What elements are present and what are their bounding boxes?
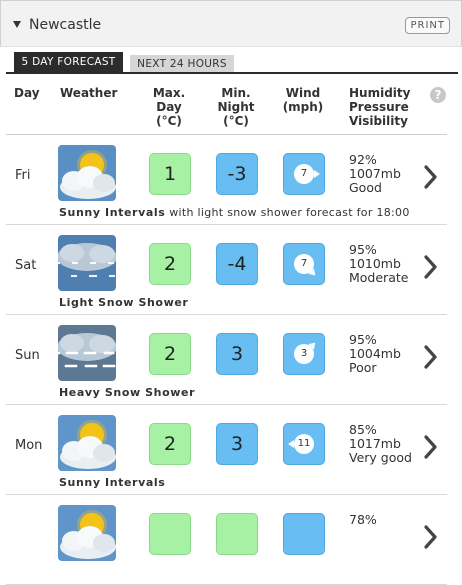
pressure: 1004mb bbox=[349, 346, 401, 361]
col-header-min-line2: Night bbox=[217, 100, 255, 114]
humidity: 85% bbox=[349, 422, 377, 437]
col-header-max-line2: Day bbox=[156, 100, 182, 114]
weather-summary: Sunny Intervals bbox=[59, 476, 166, 489]
col-header-max-line1: Max. bbox=[152, 86, 186, 100]
tab-underline bbox=[6, 72, 458, 74]
weather-description: Sunny Intervals bbox=[59, 476, 165, 489]
forecast-row[interactable]: Sat 2 -4 7 95% 1010mb Moderate Light Sno… bbox=[0, 225, 462, 315]
max-temp: 2 bbox=[149, 333, 191, 375]
weather-summary: Heavy Snow Shower bbox=[59, 386, 196, 399]
collapse-triangle-icon[interactable] bbox=[13, 21, 21, 28]
pressure: 1010mb bbox=[349, 256, 401, 271]
max-temp: 2 bbox=[149, 243, 191, 285]
wind-speed bbox=[284, 514, 324, 554]
day-label: Sun bbox=[15, 348, 40, 363]
max-temp: 1 bbox=[149, 153, 191, 195]
col-header-hum-line3: Visibility bbox=[349, 114, 408, 128]
wind-direction-icon: 7 bbox=[283, 243, 325, 285]
wind-direction-icon bbox=[283, 513, 325, 555]
day-label: Sat bbox=[15, 258, 37, 273]
col-header-wind-line2: (mph) bbox=[282, 100, 324, 114]
visibility: Poor bbox=[349, 360, 377, 375]
min-temp: 3 bbox=[216, 423, 258, 465]
day-label: Mon bbox=[15, 438, 43, 453]
chevron-right-icon[interactable] bbox=[422, 524, 438, 550]
col-header-min: Min. Night (°C) bbox=[212, 86, 260, 128]
humidity: 78% bbox=[349, 512, 377, 527]
weather-description: Heavy Snow Shower bbox=[59, 386, 195, 399]
col-header-wind-line1: Wind bbox=[285, 86, 321, 100]
forecast-row[interactable]: Mon 2 3 11 85% 1017mb Very good Sunny In… bbox=[0, 405, 462, 495]
heavy-snow-shower-icon bbox=[58, 325, 116, 381]
col-header-weather: Weather bbox=[60, 86, 118, 100]
weather-description: Light Snow Shower bbox=[59, 296, 188, 309]
max-temp bbox=[149, 513, 191, 555]
weather-detail: with light snow shower forecast for 18:0… bbox=[165, 206, 410, 219]
col-header-humidity: Humidity Pressure Visibility bbox=[349, 86, 410, 128]
wind-speed: 7 bbox=[300, 168, 308, 179]
col-header-min-line3: (°C) bbox=[223, 114, 249, 128]
col-header-max: Max. Day (°C) bbox=[146, 86, 192, 128]
pressure: 1007mb bbox=[349, 166, 401, 181]
sunny-intervals-icon bbox=[58, 415, 116, 471]
min-temp: -4 bbox=[216, 243, 258, 285]
day-label: Fri bbox=[15, 168, 31, 183]
forecast-row[interactable]: Fri 1 -3 7 92% 1007mb Good Sunny Interva… bbox=[0, 135, 462, 225]
visibility: Good bbox=[349, 180, 382, 195]
wind-speed: 11 bbox=[297, 438, 311, 449]
col-header-wind: Wind (mph) bbox=[280, 86, 326, 114]
sunny-intervals-icon bbox=[58, 505, 116, 561]
forecast-row[interactable]: 78% bbox=[0, 495, 462, 585]
col-header-day: Day bbox=[14, 86, 40, 100]
forecast-row[interactable]: Sun 2 3 3 95% 1004mb Poor Heavy Snow Sho… bbox=[0, 315, 462, 405]
chevron-right-icon[interactable] bbox=[422, 164, 438, 190]
wind-direction-icon: 7 bbox=[283, 153, 325, 195]
conditions: 85% 1017mb Very good bbox=[349, 423, 412, 465]
wind-speed: 7 bbox=[300, 258, 308, 269]
conditions: 78% bbox=[349, 513, 377, 527]
col-header-min-line1: Min. bbox=[221, 86, 251, 100]
humidity: 92% bbox=[349, 152, 377, 167]
conditions: 92% 1007mb Good bbox=[349, 153, 401, 195]
location-header[interactable]: Newcastle PRINT bbox=[0, 0, 462, 47]
pressure: 1017mb bbox=[349, 436, 401, 451]
weather-summary: Sunny Intervals bbox=[59, 206, 166, 219]
chevron-right-icon[interactable] bbox=[422, 434, 438, 460]
humidity: 95% bbox=[349, 242, 377, 257]
conditions: 95% 1004mb Poor bbox=[349, 333, 401, 375]
print-button[interactable]: PRINT bbox=[405, 17, 450, 34]
wind-direction-icon: 3 bbox=[283, 333, 325, 375]
tab-5-day-forecast[interactable]: 5 DAY FORECAST bbox=[14, 52, 123, 73]
visibility: Very good bbox=[349, 450, 412, 465]
col-header-hum-line1: Humidity bbox=[349, 86, 411, 100]
help-icon[interactable]: ? bbox=[430, 87, 446, 103]
conditions: 95% 1010mb Moderate bbox=[349, 243, 408, 285]
light-snow-shower-icon bbox=[58, 235, 116, 291]
max-temp: 2 bbox=[149, 423, 191, 465]
humidity: 95% bbox=[349, 332, 377, 347]
weather-summary: Light Snow Shower bbox=[59, 296, 189, 309]
wind-speed: 3 bbox=[300, 348, 308, 359]
chevron-right-icon[interactable] bbox=[422, 254, 438, 280]
min-temp: -3 bbox=[216, 153, 258, 195]
chevron-right-icon[interactable] bbox=[422, 344, 438, 370]
tab-next-24-hours[interactable]: NEXT 24 HOURS bbox=[130, 55, 234, 73]
visibility: Moderate bbox=[349, 270, 409, 285]
col-header-max-line3: (°C) bbox=[156, 114, 182, 128]
col-header-hum-line2: Pressure bbox=[349, 100, 409, 114]
sunny-intervals-snow-icon bbox=[58, 145, 116, 201]
min-temp bbox=[216, 513, 258, 555]
min-temp: 3 bbox=[216, 333, 258, 375]
wind-direction-icon: 11 bbox=[283, 423, 325, 465]
location-name: Newcastle bbox=[29, 17, 102, 33]
weather-description: Sunny Intervals with light snow shower f… bbox=[59, 206, 410, 219]
